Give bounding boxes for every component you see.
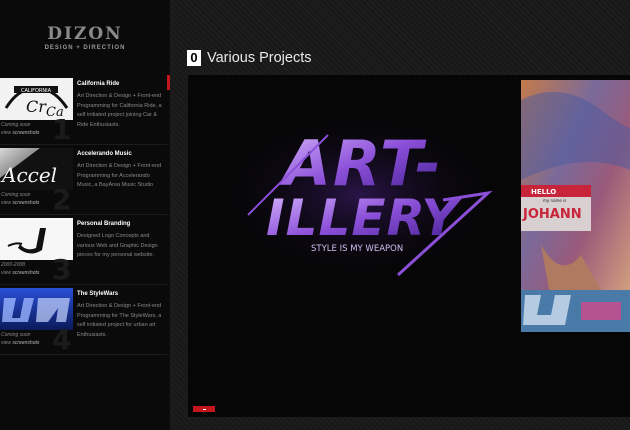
section-title: Various Projects (207, 50, 312, 66)
svg-text:Accel: Accel (0, 163, 57, 187)
artwork-tagline: STYLE IS MY WEAPON (311, 244, 403, 254)
project-number: 1 (52, 113, 72, 146)
svg-text:HELLO: HELLO (531, 188, 556, 196)
logo-tagline: DESIGN + DIRECTION (44, 45, 126, 51)
project-meta: Coming soon view screenshots (1, 191, 39, 207)
project-description: Art Direction & Design + Front-end Progr… (77, 303, 162, 338)
project-description: Art Direction & Design + Front-end Progr… (77, 93, 162, 128)
project-item-personal-branding[interactable]: 3 2000-2008 view screenshots Personal Br… (0, 215, 167, 286)
sidebar: DIZON DESIGN + DIRECTION CALIFORNIA Cr C… (0, 0, 170, 430)
slide-progress-bar[interactable] (193, 406, 215, 412)
main-panel: 0 Various Projects ART- ILLERY STYLE IS (170, 0, 630, 430)
svg-text:my name is: my name is (543, 198, 566, 203)
project-meta: 2000-2008 view screenshots (1, 261, 39, 277)
screenshots-link[interactable]: screenshots (12, 270, 39, 276)
project-meta: Coming soon view screenshots (1, 121, 39, 137)
project-number: 4 (52, 323, 72, 356)
project-status: Coming soon (1, 122, 31, 128)
svg-text:Cr: Cr (26, 97, 47, 116)
screenshots-link[interactable]: screenshots (12, 340, 39, 346)
project-item-the-stylewars[interactable]: 4 Coming soon view screenshots The Style… (0, 285, 167, 356)
section-heading: 0 Various Projects (187, 49, 312, 67)
project-description: Art Direction & Design + Front-end Progr… (77, 163, 162, 188)
view-label: view (1, 130, 12, 136)
project-status: 2000-2008 (1, 262, 25, 268)
project-item-accelerando-music[interactable]: Accel 2 Coming soon view screenshots Acc… (0, 145, 167, 216)
project-viewer[interactable]: ART- ILLERY STYLE IS MY WEAPON HELLO my … (188, 75, 630, 417)
project-title[interactable]: Personal Branding (77, 221, 130, 227)
svg-text:CALIFORNIA: CALIFORNIA (21, 88, 52, 94)
view-label: view (1, 270, 12, 276)
project-number: 3 (52, 253, 72, 286)
project-status: Coming soon (1, 332, 31, 338)
project-title[interactable]: Accelerando Music (77, 151, 132, 157)
section-number: 0 (187, 50, 201, 66)
view-label: view (1, 340, 12, 346)
project-status: Coming soon (1, 192, 31, 198)
project-description: Designed Logo Concepts and various Web a… (77, 233, 158, 258)
next-slide-preview[interactable]: HELLO my name is JOHANN (521, 80, 630, 332)
site-logo[interactable]: DIZON DESIGN + DIRECTION (0, 25, 170, 51)
project-list: CALIFORNIA Cr Ca 1 Coming soon view scre… (0, 75, 167, 356)
view-label: view (1, 200, 12, 206)
project-number: 2 (52, 183, 72, 216)
project-meta: Coming soon view screenshots (1, 331, 39, 347)
logo-wordmark: DIZON (47, 24, 123, 44)
project-title[interactable]: The StyleWars (77, 291, 118, 297)
screenshots-link[interactable]: screenshots (12, 200, 39, 206)
project-item-california-ride[interactable]: CALIFORNIA Cr Ca 1 Coming soon view scre… (0, 75, 167, 146)
screenshots-link[interactable]: screenshots (12, 130, 39, 136)
artwork-line-2: ILLERY (266, 189, 462, 247)
svg-text:JOHANN: JOHANN (522, 207, 582, 222)
project-title[interactable]: California Ride (77, 81, 119, 87)
